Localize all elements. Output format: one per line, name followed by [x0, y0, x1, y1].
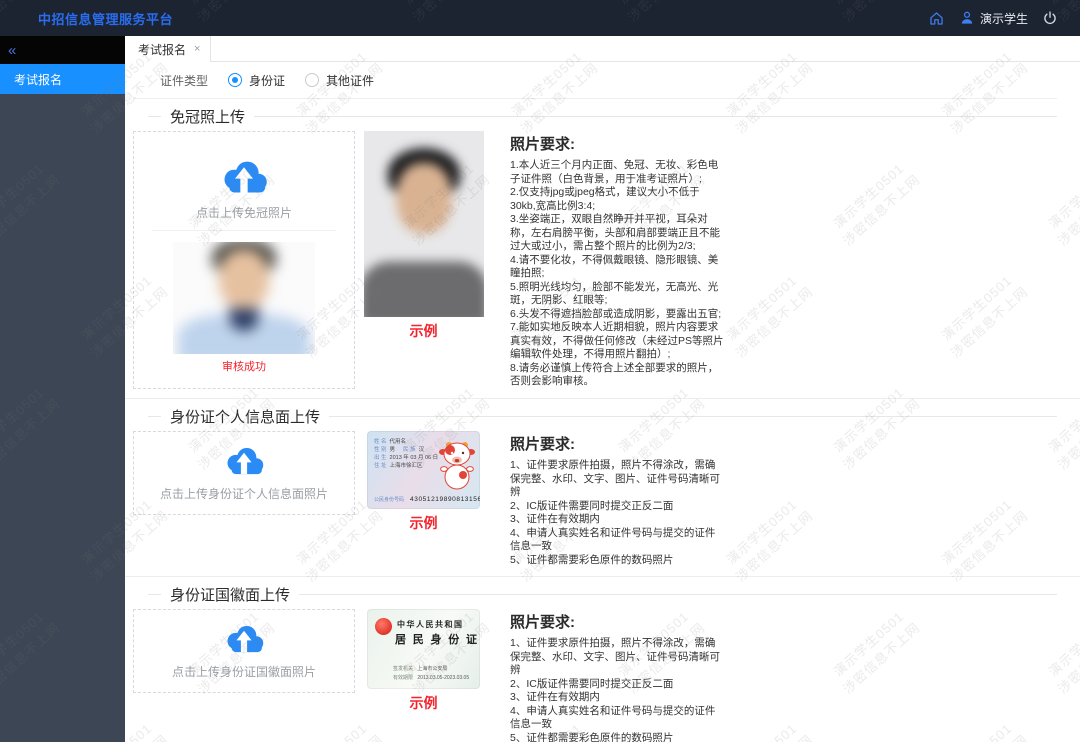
example-id-card-front: 姓 名代用名 性 别男民 族汉 出 生2013 年 03 月 06 日 住 址上… — [367, 431, 480, 509]
cert-type-row: 证件类型 身份证 其他证件 — [133, 62, 1057, 99]
topbar-actions: 演示学生 — [928, 10, 1058, 27]
requirements-portrait: 照片要求: 1.本人近三个月内正面、免冠、无妆、彩色电子证件照（白色背景，用于准… — [510, 131, 724, 389]
requirement-item: 3、证件在有效期内 — [510, 691, 724, 705]
national-emblem-icon — [375, 618, 392, 635]
section-id-back: 点击上传身份证国徽面照片 中华人民共和国 居 民 身 份 证 签发机关 上海市公… — [133, 609, 1057, 742]
section-divider — [125, 398, 1080, 399]
example-column: 中华人民共和国 居 民 身 份 证 签发机关 上海市公安局 有效期限 2013.… — [363, 609, 484, 713]
requirement-item: 4、申请人真实姓名和证件号码与提交的证件信息一致 — [510, 705, 724, 732]
cert-type-label: 证件类型 — [160, 72, 208, 89]
section-title-id-back: 身份证国徽面上传 — [133, 584, 1057, 605]
page-body: 证件类型 身份证 其他证件 免冠照上传 — [125, 62, 1080, 742]
requirement-item: 1、证件要求原件拍摄，照片不得涂改，需确保完整、水印、文字、图片、证件号码清晰可… — [510, 637, 724, 678]
radio-other-cert[interactable]: 其他证件 — [305, 72, 374, 89]
divider — [152, 230, 336, 231]
sidebar-item-label: 考试报名 — [14, 71, 62, 88]
cloud-upload-icon — [222, 445, 266, 477]
example-label: 示例 — [410, 693, 438, 713]
user-name: 演示学生 — [980, 10, 1028, 27]
example-label: 示例 — [410, 321, 438, 341]
requirement-item: 8.请务必谨慎上传符合上述全部要求的照片，否则会影响审核。 — [510, 362, 724, 389]
requirement-item: 3.坐姿端正，双眼自然睁开并平视，耳朵对称，左右肩膀平衡，头部和肩部要端正且不能… — [510, 213, 724, 254]
radio-circle-unchecked — [305, 73, 319, 87]
section-portrait: 点击上传免冠照片 审核成功 示例 照片要求: 1.本人近三个月内正面、免冠、无妆… — [133, 131, 1057, 389]
example-id-card-back: 中华人民共和国 居 民 身 份 证 签发机关 上海市公安局 有效期限 2013.… — [367, 609, 480, 689]
radio-circle-checked — [228, 73, 242, 87]
radio-id-card[interactable]: 身份证 — [228, 72, 285, 89]
example-column: 姓 名代用名 性 别男民 族汉 出 生2013 年 03 月 06 日 住 址上… — [363, 431, 484, 533]
section-divider — [125, 576, 1080, 577]
sidebar-collapse-icon[interactable]: « — [8, 43, 16, 58]
requirement-item: 5、证件都需要彩色原件的数码照片 — [510, 732, 724, 742]
home-icon[interactable] — [928, 10, 945, 27]
section-title-portrait: 免冠照上传 — [133, 106, 1057, 127]
requirement-item: 7.能如实地反映本人近期相貌，照片内容要求真实有效，不得做任何修改（未经过PS等… — [510, 321, 724, 362]
requirement-item: 2、IC版证件需要同时提交正反二面 — [510, 500, 724, 514]
cloud-upload-icon — [222, 623, 266, 655]
upload-hint: 点击上传身份证个人信息面照片 — [160, 485, 328, 502]
example-column: 示例 — [363, 131, 484, 341]
app-window: 中招信息管理服务平台 演示学生 « 考试报名 — [0, 0, 1080, 742]
uploaded-portrait-photo — [173, 242, 315, 354]
tab-close-icon[interactable]: × — [194, 43, 200, 55]
requirements-id-front: 照片要求: 1、证件要求原件拍摄，照片不得涂改，需确保完整、水印、文字、图片、证… — [510, 431, 724, 567]
section-id-front: 点击上传身份证个人信息面照片 姓 名代用名 性 别男民 族汉 出 生2013 年… — [133, 431, 1057, 567]
requirements-id-back: 照片要求: 1、证件要求原件拍摄，照片不得涂改，需确保完整、水印、文字、图片、证… — [510, 609, 724, 742]
requirement-item: 2、IC版证件需要同时提交正反二面 — [510, 678, 724, 692]
user-icon — [959, 10, 975, 26]
requirements-list: 1、证件要求原件拍摄，照片不得涂改，需确保完整、水印、文字、图片、证件号码清晰可… — [510, 459, 724, 567]
example-label: 示例 — [410, 513, 438, 533]
requirement-item: 3、证件在有效期内 — [510, 513, 724, 527]
sidebar-item-exam-registration[interactable]: 考试报名 — [0, 64, 125, 94]
sidebar: « 考试报名 — [0, 36, 125, 742]
requirement-item: 5、证件都需要彩色原件的数码照片 — [510, 554, 724, 568]
logout-power-icon[interactable] — [1042, 10, 1058, 26]
upload-hint: 点击上传身份证国徽面照片 — [172, 663, 316, 680]
tab-bar: 考试报名 × — [125, 36, 1080, 62]
example-portrait-photo — [364, 131, 484, 317]
review-status: 审核成功 — [222, 358, 266, 374]
topbar: 中招信息管理服务平台 演示学生 — [0, 0, 1080, 36]
requirements-list: 1、证件要求原件拍摄，照片不得涂改，需确保完整、水印、文字、图片、证件号码清晰可… — [510, 637, 724, 742]
app-title: 中招信息管理服务平台 — [38, 9, 173, 28]
requirement-item: 6.头发不得遮挡脸部或造成阴影，要露出五官; — [510, 308, 724, 322]
requirement-item: 1.本人近三个月内正面、免冠、无妆、彩色电子证件照（白色背景，用于准考证照片）; — [510, 159, 724, 186]
requirement-item: 4.请不要化妆，不得佩戴眼镜、隐形眼镜、美瞳拍照; — [510, 254, 724, 281]
requirement-item: 4、申请人真实姓名和证件号码与提交的证件信息一致 — [510, 527, 724, 554]
tab-label: 考试报名 — [138, 41, 186, 58]
section-title-id-front: 身份证个人信息面上传 — [133, 406, 1057, 427]
requirements-list: 1.本人近三个月内正面、免冠、无妆、彩色电子证件照（白色背景，用于准考证照片）;… — [510, 159, 724, 389]
tab-exam-registration[interactable]: 考试报名 × — [125, 36, 211, 62]
upload-hint: 点击上传免冠照片 — [196, 204, 292, 221]
upload-box-id-back[interactable]: 点击上传身份证国徽面照片 — [133, 609, 355, 693]
cloud-upload-icon — [218, 158, 270, 196]
cow-cartoon — [439, 439, 475, 491]
upload-box-id-front[interactable]: 点击上传身份证个人信息面照片 — [133, 431, 355, 515]
upload-box-portrait[interactable]: 点击上传免冠照片 审核成功 — [133, 131, 355, 389]
user-menu[interactable]: 演示学生 — [959, 10, 1028, 27]
requirement-item: 1、证件要求原件拍摄，照片不得涂改，需确保完整、水印、文字、图片、证件号码清晰可… — [510, 459, 724, 500]
sidebar-header: « — [0, 36, 125, 64]
main-content: 考试报名 × 证件类型 身份证 其他证件 免冠照上传 — [125, 36, 1080, 742]
requirement-item: 2.仅支持jpg或jpeg格式，建议大小不低于30kb,宽高比例3:4; — [510, 186, 724, 213]
requirement-item: 5.照明光线均匀，脸部不能发光，无高光、光斑，无阴影、红眼等; — [510, 281, 724, 308]
